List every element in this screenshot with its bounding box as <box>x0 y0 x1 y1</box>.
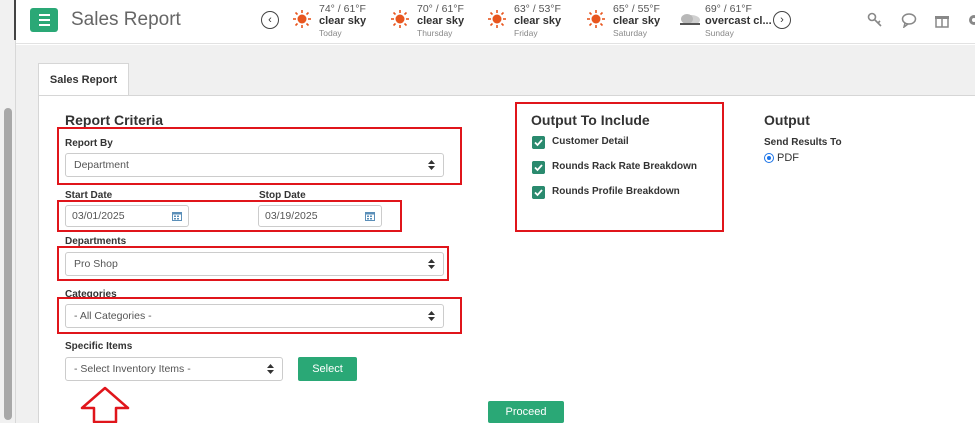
weather-temp: 69° / 61°F <box>705 3 752 15</box>
menu-icon-bar <box>38 24 50 26</box>
weather-day: 70° / 61°F clear sky Thursday <box>390 3 480 39</box>
weather-prev-button[interactable]: ‹ <box>261 11 279 29</box>
weather-day-label: Sunday <box>705 28 734 38</box>
highlight-categories <box>57 297 462 334</box>
option-label: Rounds Profile Breakdown <box>552 186 680 197</box>
weather-desc: clear sky <box>514 15 562 27</box>
weather-day-label: Friday <box>514 28 538 38</box>
output-include-title: Output To Include <box>531 112 650 128</box>
option-label: Rounds Rack Rate Breakdown <box>552 161 698 172</box>
weather-desc: overcast cl... <box>705 15 772 27</box>
send-results-label: Send Results To <box>764 137 842 148</box>
checkbox-checked-icon[interactable] <box>532 161 545 174</box>
menu-icon-bar <box>38 14 50 16</box>
weather-next-button[interactable]: › <box>773 11 791 29</box>
report-criteria-title: Report Criteria <box>65 112 164 128</box>
page-title: Sales Report <box>71 9 181 30</box>
select-items-button[interactable]: Select <box>298 357 357 381</box>
specific-items-value: - Select Inventory Items - <box>74 363 191 375</box>
weather-temp: 65° / 55°F <box>613 3 660 15</box>
checkbox-checked-icon[interactable] <box>532 136 545 149</box>
weather-temp: 70° / 61°F <box>417 3 464 15</box>
weather-temp: 74° / 61°F <box>319 3 366 15</box>
checkbox-checked-icon[interactable] <box>532 186 545 199</box>
menu-icon-bar <box>38 19 50 21</box>
option-profile-breakdown[interactable]: Rounds Profile Breakdown <box>532 186 712 200</box>
highlight-report-by <box>57 127 462 185</box>
weather-desc: clear sky <box>613 15 661 27</box>
weather-desc: clear sky <box>319 15 367 27</box>
left-scrollbar[interactable] <box>0 0 16 423</box>
option-label: Customer Detail <box>552 136 629 147</box>
arrow-up-icon <box>80 386 130 423</box>
highlight-departments <box>57 246 449 281</box>
sun-icon <box>587 10 605 28</box>
weather-day-label: Today <box>319 28 342 38</box>
weather-day: 69° / 61°F overcast cl... Sunday <box>678 3 776 39</box>
sun-icon <box>488 10 506 28</box>
gear-icon[interactable] <box>966 12 975 28</box>
key-icon[interactable] <box>867 12 883 28</box>
weather-day: 65° / 55°F clear sky Saturday <box>586 3 676 39</box>
weather-day-label: Saturday <box>613 28 648 38</box>
select-caret-icon <box>267 364 274 374</box>
specific-items-label: Specific Items <box>65 341 133 352</box>
gift-icon[interactable] <box>934 12 950 28</box>
weather-desc: clear sky <box>417 15 465 27</box>
option-customer-detail[interactable]: Customer Detail <box>532 136 712 150</box>
specific-items-select[interactable]: - Select Inventory Items - <box>65 357 283 381</box>
menu-button[interactable] <box>30 8 58 32</box>
chat-icon[interactable] <box>901 12 917 28</box>
cloud-icon <box>680 14 700 25</box>
sun-icon <box>293 10 311 28</box>
weather-temp: 63° / 53°F <box>514 3 561 15</box>
weather-day: 74° / 61°F clear sky Today <box>292 3 382 39</box>
output-title: Output <box>764 112 810 128</box>
sun-icon <box>391 10 409 28</box>
pdf-label: PDF <box>777 152 799 164</box>
scrollbar-thumb[interactable] <box>4 108 12 420</box>
tab-sales-report[interactable]: Sales Report <box>38 63 129 96</box>
pdf-radio[interactable] <box>764 153 774 163</box>
highlight-dates <box>57 200 402 232</box>
top-header: Sales Report ‹ 74° / 61°F clear sky Toda… <box>16 0 975 44</box>
option-rack-rate-breakdown[interactable]: Rounds Rack Rate Breakdown <box>532 161 712 175</box>
weather-day: 63° / 53°F clear sky Friday <box>487 3 577 39</box>
weather-day-label: Thursday <box>417 28 453 38</box>
proceed-button[interactable]: Proceed <box>488 401 564 423</box>
